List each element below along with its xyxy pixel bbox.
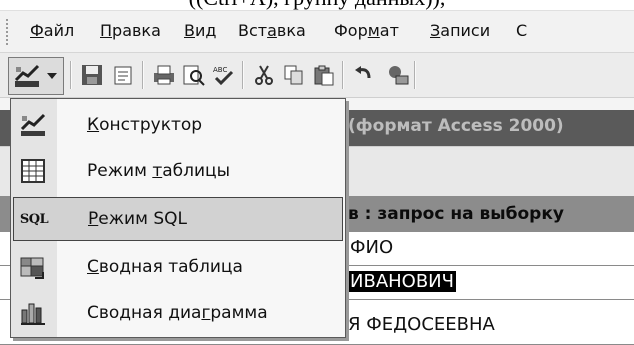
relationships-button[interactable] — [384, 61, 412, 89]
copy-button[interactable] — [280, 61, 308, 89]
menu-item-datasheet-view[interactable]: Режим таблицы — [13, 149, 343, 193]
save-icon — [82, 65, 102, 85]
pivot-table-icon — [13, 247, 53, 287]
menubar-grip[interactable] — [6, 19, 12, 45]
menu-item-label: Режим таблицы — [87, 161, 231, 181]
paste-button[interactable] — [310, 61, 338, 89]
print-button[interactable] — [150, 61, 178, 89]
menu-item-label: Режим SQL — [88, 209, 187, 229]
view-dropdown-menu: Конструктор Режим таблицы SQL Режим SQL — [10, 98, 346, 338]
paste-icon — [314, 65, 334, 86]
query-title-label: в : запрос на выборку — [348, 204, 564, 224]
menu-item-design-view[interactable]: Конструктор — [13, 103, 343, 147]
view-dropdown-button[interactable] — [8, 57, 64, 95]
sql-view-icon: SQL — [19, 211, 49, 227]
pivot-chart-icon — [13, 293, 53, 333]
menu-item-sql-view[interactable]: SQL Режим SQL — [13, 197, 343, 241]
toolbar-separator — [414, 61, 416, 89]
spelling-icon: ABC — [213, 66, 234, 86]
datasheet-view-icon — [13, 151, 53, 191]
save-button[interactable] — [78, 61, 106, 89]
toolbar-separator — [242, 61, 244, 89]
chevron-down-icon — [47, 73, 57, 79]
design-view-icon — [14, 64, 40, 87]
menu-item-label: Сводная диаграмма — [87, 303, 268, 323]
menu-view[interactable]: Вид — [184, 21, 216, 41]
database-format-label: (формат Access 2000) — [348, 116, 564, 136]
toolbar-separator — [342, 61, 344, 89]
menu-bar: Файл Правка Вид Вставка Формат Записи С — [0, 10, 634, 52]
menu-edit[interactable]: Правка — [100, 21, 161, 41]
menu-item-label: Сводная таблица — [87, 257, 243, 277]
toolbar-separator — [142, 61, 144, 89]
menu-item-pivot-table[interactable]: Сводная таблица — [13, 245, 343, 289]
design-view-icon — [13, 105, 53, 145]
menu-item-pivot-chart[interactable]: Сводная диаграмма — [13, 291, 343, 335]
menu-file[interactable]: Файл — [30, 21, 74, 41]
toolbar-separator — [70, 61, 72, 89]
undo-icon — [355, 66, 371, 79]
print-icon — [154, 65, 174, 85]
print-preview-button[interactable] — [180, 61, 208, 89]
spelling-button[interactable]: ABC — [210, 61, 238, 89]
properties-icon — [114, 66, 132, 85]
menu-item-label: Конструктор — [87, 115, 203, 135]
column-header-fio: ФИО — [350, 237, 394, 258]
svg-text:ABC: ABC — [213, 66, 227, 74]
caption-text: ((Ctrl+A), группу данных)), — [0, 0, 634, 10]
menu-format[interactable]: Формат — [334, 21, 399, 41]
relationships-icon — [389, 66, 409, 85]
undo-button[interactable] — [350, 61, 378, 89]
print-preview-icon — [183, 65, 205, 86]
menu-insert[interactable]: Вставка — [238, 21, 306, 41]
table-cell[interactable]: Я ФЕДОСЕЕВНА — [346, 314, 497, 335]
selected-cell[interactable]: ИВАНОВИЧ — [348, 271, 456, 292]
cut-button[interactable] — [250, 61, 278, 89]
menu-service[interactable]: С — [516, 21, 527, 41]
toolbar: ABC — [0, 52, 634, 98]
menu-records[interactable]: Записи — [430, 21, 490, 41]
copy-icon — [284, 65, 303, 85]
properties-button[interactable] — [110, 61, 138, 89]
cut-icon — [255, 65, 273, 85]
